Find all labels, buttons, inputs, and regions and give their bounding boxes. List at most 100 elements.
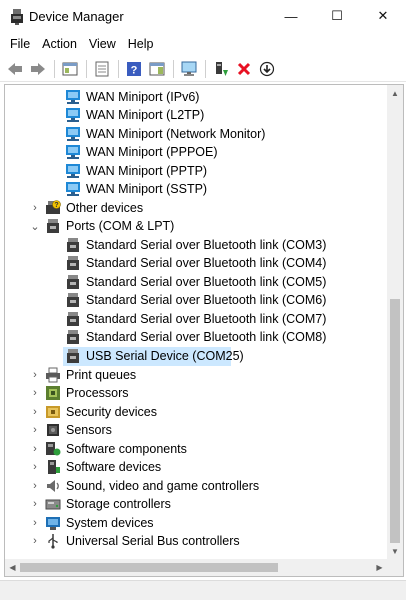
tree-category-print-queues[interactable]: › Print queues <box>5 366 389 384</box>
tree-item-wan-pptp[interactable]: WAN Miniport (PPTP) <box>5 162 389 180</box>
tree-item-wan-network-monitor[interactable]: WAN Miniport (Network Monitor) <box>5 125 389 143</box>
storage-controller-icon <box>45 499 61 510</box>
vertical-scroll-thumb[interactable] <box>390 299 400 543</box>
tree-item-label: WAN Miniport (Network Monitor) <box>86 127 266 141</box>
expand-chevron-icon[interactable]: › <box>29 368 41 382</box>
tree-category-ports[interactable]: ⌄ Ports (COM & LPT) <box>5 217 389 235</box>
sensor-icon <box>47 424 59 436</box>
properties-button[interactable] <box>91 58 113 80</box>
scroll-right-arrow-icon[interactable]: ▶ <box>372 559 387 576</box>
tree-category-security-devices[interactable]: › Security devices <box>5 403 389 421</box>
vertical-scrollbar[interactable]: ▲ ▼ <box>387 85 403 559</box>
menu-file[interactable]: File <box>4 33 36 55</box>
tree-item-wan-ipv6[interactable]: WAN Miniport (IPv6) <box>5 88 389 106</box>
scroll-left-arrow-icon[interactable]: ◀ <box>5 559 20 576</box>
expand-chevron-icon[interactable]: › <box>29 516 41 530</box>
disable-device-button[interactable] <box>256 58 278 80</box>
tree-item-wan-l2tp[interactable]: WAN Miniport (L2TP) <box>5 106 389 124</box>
tree-category-usb-controllers[interactable]: › Universal Serial Bus controllers <box>5 532 389 550</box>
tree-item-serial-com3[interactable]: Standard Serial over Bluetooth link (COM… <box>5 236 389 254</box>
toolbar-separator <box>205 59 206 78</box>
forward-button[interactable] <box>27 58 49 80</box>
back-button[interactable] <box>4 58 26 80</box>
tree-category-sensors[interactable]: › Sensors <box>5 421 389 439</box>
help-icon: ? <box>127 61 141 76</box>
action-pane-icon <box>149 62 165 75</box>
window-title: Device Manager <box>29 9 124 24</box>
tree-item-label: USB Serial Device (COM25) <box>86 349 244 363</box>
security-chip-icon <box>46 406 60 418</box>
collapse-chevron-icon[interactable]: ⌄ <box>29 219 41 233</box>
forward-arrow-icon <box>31 62 45 75</box>
device-tree[interactable]: WAN Miniport (IPv6) WAN Miniport (L2TP) … <box>4 84 404 577</box>
tree-item-wan-pppoe[interactable]: WAN Miniport (PPPOE) <box>5 143 389 161</box>
help-button[interactable]: ? <box>123 58 145 80</box>
tree-item-label: Sensors <box>66 423 112 437</box>
action-pane-button[interactable] <box>146 58 168 80</box>
speaker-icon <box>47 480 59 492</box>
expand-chevron-icon[interactable]: › <box>29 386 41 400</box>
tree-item-label: WAN Miniport (PPTP) <box>86 164 208 178</box>
tree-category-software-components[interactable]: › Software components <box>5 440 389 458</box>
tree-item-label: Standard Serial over Bluetooth link (COM… <box>86 293 327 307</box>
tree-item-serial-com8[interactable]: Standard Serial over Bluetooth link (COM… <box>5 328 389 346</box>
network-adapter-icon <box>66 108 80 122</box>
tree-item-label: Standard Serial over Bluetooth link (COM… <box>86 256 327 270</box>
tree-category-other-devices[interactable]: › ? Other devices <box>5 199 389 217</box>
tree-item-serial-com4[interactable]: Standard Serial over Bluetooth link (COM… <box>5 254 389 272</box>
port-connector-icon <box>67 293 79 307</box>
menu-action[interactable]: Action <box>36 33 83 55</box>
device-manager-icon <box>11 9 23 25</box>
maximize-button[interactable]: ☐ <box>314 0 360 32</box>
port-connector-icon <box>47 219 59 233</box>
expand-chevron-icon[interactable]: › <box>29 423 41 437</box>
properties-icon <box>95 61 109 76</box>
software-device-icon <box>48 460 60 474</box>
tree-item-serial-com6[interactable]: Standard Serial over Bluetooth link (COM… <box>5 291 389 309</box>
tree-category-sound-video-game[interactable]: › Sound, video and game controllers <box>5 477 389 495</box>
tree-item-serial-com7[interactable]: Standard Serial over Bluetooth link (COM… <box>5 310 389 328</box>
expand-chevron-icon[interactable]: › <box>29 497 41 511</box>
tree-item-label: System devices <box>66 516 154 530</box>
expand-chevron-icon[interactable]: › <box>29 405 41 419</box>
tree-item-label: Universal Serial Bus controllers <box>66 534 240 548</box>
expand-chevron-icon[interactable]: › <box>29 460 41 474</box>
title-bar: Device Manager — ☐ ✕ <box>0 0 406 32</box>
tree-item-label: WAN Miniport (L2TP) <box>86 108 205 122</box>
tree-category-software-devices[interactable]: › Software devices <box>5 458 389 476</box>
tree-item-label: WAN Miniport (IPv6) <box>86 90 200 104</box>
menu-help[interactable]: Help <box>122 33 160 55</box>
uninstall-device-icon <box>237 62 251 75</box>
unknown-device-icon: ? <box>46 200 61 214</box>
update-driver-button[interactable] <box>210 58 232 80</box>
expand-chevron-icon[interactable]: › <box>29 442 41 456</box>
network-adapter-icon <box>66 182 80 196</box>
show-hide-console-tree-button[interactable] <box>59 58 81 80</box>
uninstall-device-button[interactable] <box>233 58 255 80</box>
port-connector-icon <box>67 349 79 363</box>
horizontal-scrollbar[interactable]: ◀ ▶ <box>5 559 403 576</box>
expand-chevron-icon[interactable]: › <box>29 201 41 215</box>
toolbar-separator <box>118 59 119 78</box>
tree-item-label: Security devices <box>66 405 158 419</box>
tree-item-serial-com5[interactable]: Standard Serial over Bluetooth link (COM… <box>5 273 389 291</box>
tree-item-usb-serial-com25[interactable]: USB Serial Device (COM25) <box>5 347 389 366</box>
menu-view[interactable]: View <box>83 33 122 55</box>
expand-chevron-icon[interactable]: › <box>29 479 41 493</box>
scan-hardware-button[interactable] <box>178 58 200 80</box>
scroll-up-arrow-icon[interactable]: ▲ <box>387 85 403 101</box>
tree-category-processors[interactable]: › Processors <box>5 384 389 402</box>
tree-item-label: Standard Serial over Bluetooth link (COM… <box>86 312 327 326</box>
horizontal-scroll-thumb[interactable] <box>20 563 278 572</box>
scroll-down-arrow-icon[interactable]: ▼ <box>387 543 403 559</box>
tree-category-storage-controllers[interactable]: › Storage controllers <box>5 495 389 513</box>
tree-item-label: WAN Miniport (PPPOE) <box>86 145 218 159</box>
tree-category-system-devices[interactable]: › System devices <box>5 514 389 532</box>
close-button[interactable]: ✕ <box>360 0 406 32</box>
expand-chevron-icon[interactable]: › <box>29 534 41 548</box>
tree-item-wan-sstp[interactable]: WAN Miniport (SSTP) <box>5 180 389 198</box>
tree-item-label: Print queues <box>66 368 137 382</box>
minimize-button[interactable]: — <box>268 0 314 32</box>
menu-bar: File Action View Help <box>0 32 406 56</box>
tree-item-label: Standard Serial over Bluetooth link (COM… <box>86 238 327 252</box>
